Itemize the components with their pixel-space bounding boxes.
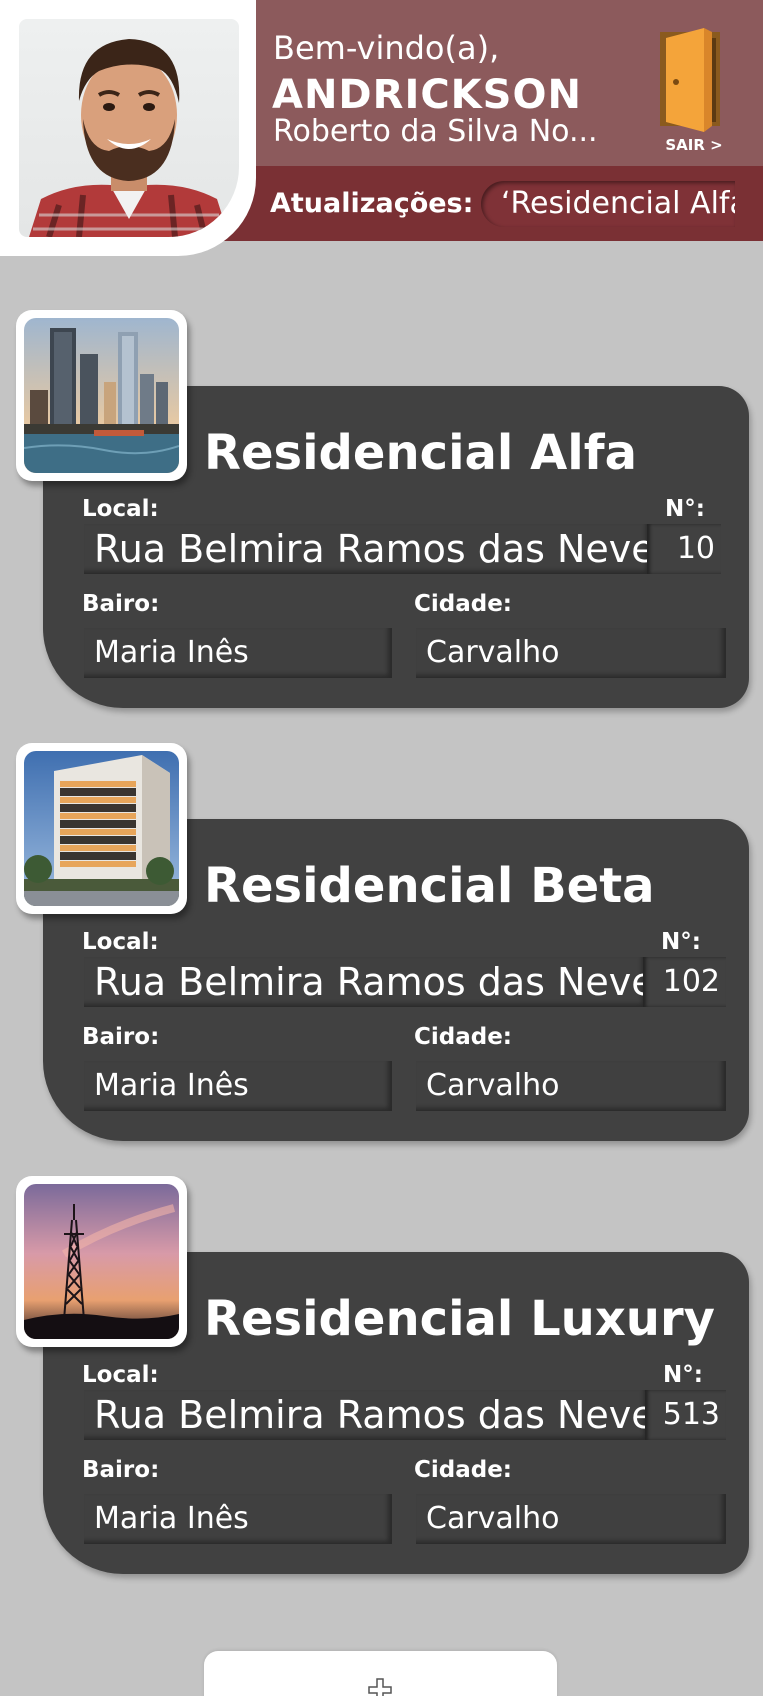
address-field[interactable]: Rua Belmira Ramos das Neves bbox=[84, 1390, 648, 1440]
city-field[interactable]: Carvalho bbox=[416, 628, 726, 678]
number-label: N°: bbox=[665, 496, 705, 522]
app-header: Bem-vindo(a), ANDRICKSON Roberto da Silv… bbox=[0, 0, 763, 256]
logout-button[interactable]: SAIR > bbox=[656, 26, 732, 156]
city-field[interactable]: Carvalho bbox=[416, 1494, 726, 1544]
neighborhood-label: Bairo: bbox=[82, 1457, 160, 1483]
property-thumbnail[interactable] bbox=[16, 310, 187, 481]
city-label: Cidade: bbox=[414, 591, 513, 617]
number-label: N°: bbox=[663, 1362, 703, 1388]
property-card[interactable]: Residencial Alfa Local: N°: Rua Belmira … bbox=[0, 310, 763, 710]
number-label: N°: bbox=[661, 929, 701, 955]
avatar-frame bbox=[0, 0, 256, 256]
updates-label: Atualizações: bbox=[270, 188, 474, 219]
property-thumbnail[interactable] bbox=[16, 1176, 187, 1347]
number-field[interactable]: 513 bbox=[645, 1390, 726, 1440]
welcome-text: Bem-vindo(a), bbox=[273, 29, 500, 67]
updates-ticker[interactable]: ‘Residencial Alfa bbox=[481, 181, 735, 227]
neighborhood-field[interactable]: Maria Inês bbox=[84, 628, 392, 678]
city-label: Cidade: bbox=[414, 1457, 513, 1483]
property-name: Residencial Beta bbox=[204, 858, 655, 914]
neighborhood-label: Bairo: bbox=[82, 591, 160, 617]
property-thumbnail[interactable] bbox=[16, 743, 187, 914]
city-skyline-image bbox=[24, 318, 179, 473]
local-label: Local: bbox=[82, 929, 159, 955]
property-name: Residencial Luxury bbox=[204, 1291, 715, 1347]
local-label: Local: bbox=[82, 496, 159, 522]
logout-label: SAIR > bbox=[665, 136, 723, 154]
neighborhood-field[interactable]: Maria Inês bbox=[84, 1061, 392, 1111]
city-field[interactable]: Carvalho bbox=[416, 1061, 726, 1111]
user-first-name: ANDRICKSON bbox=[272, 72, 582, 118]
address-field[interactable]: Rua Belmira Ramos das Neves bbox=[84, 957, 646, 1007]
apartment-tower-image bbox=[24, 751, 179, 906]
property-name: Residencial Alfa bbox=[204, 425, 637, 481]
door-exit-icon bbox=[660, 28, 720, 132]
address-field[interactable]: Rua Belmira Ramos das Neves bbox=[84, 524, 650, 574]
neighborhood-label: Bairo: bbox=[82, 1024, 160, 1050]
city-label: Cidade: bbox=[414, 1024, 513, 1050]
local-label: Local: bbox=[82, 1362, 159, 1388]
plus-icon bbox=[368, 1678, 392, 1696]
number-field[interactable]: 10 bbox=[647, 524, 721, 574]
property-card[interactable]: Residencial Beta Local: N°: Rua Belmira … bbox=[0, 743, 763, 1143]
property-card[interactable]: Residencial Luxury Local: N°: Rua Belmir… bbox=[0, 1176, 763, 1576]
user-full-name: Roberto da Silva No... bbox=[273, 114, 598, 149]
add-property-button[interactable] bbox=[204, 1651, 557, 1696]
user-photo bbox=[29, 39, 229, 237]
avatar[interactable] bbox=[19, 19, 239, 237]
neighborhood-field[interactable]: Maria Inês bbox=[84, 1494, 392, 1544]
number-field[interactable]: 102 bbox=[643, 957, 726, 1007]
radio-tower-sunset-image bbox=[24, 1184, 179, 1339]
